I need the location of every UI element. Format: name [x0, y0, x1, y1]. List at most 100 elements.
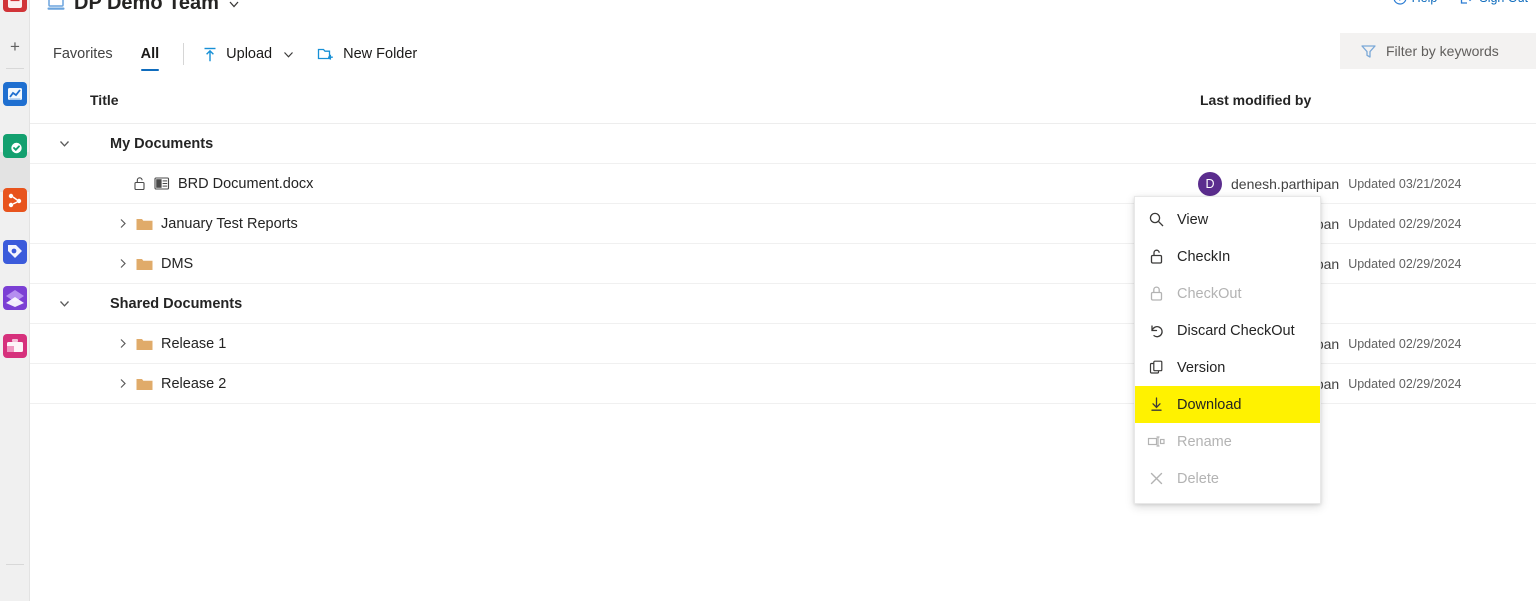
team-name-label: DP Demo Team	[74, 0, 219, 14]
header-actions: ? Help Sign Out	[1393, 0, 1528, 5]
row-label: January Test Reports	[161, 215, 298, 232]
svg-text:?: ?	[1397, 0, 1402, 3]
row-label: Release 2	[161, 375, 227, 392]
menu-item-label: CheckIn	[1177, 248, 1231, 265]
shield-check-icon	[8, 137, 22, 155]
lock-icon	[1147, 285, 1165, 303]
document-icon	[8, 0, 22, 8]
unlock-icon	[1147, 248, 1165, 266]
briefcase-icon	[7, 339, 23, 352]
signout-label: Sign Out	[1479, 0, 1528, 5]
menu-item-discard-checkout[interactable]: Discard CheckOut	[1135, 312, 1320, 349]
row-label: Shared Documents	[110, 295, 243, 312]
rail-icon-app-pink[interactable]	[3, 334, 27, 358]
team-title[interactable]: DP Demo Team	[46, 0, 241, 15]
chevron-right-icon[interactable]	[118, 257, 128, 270]
workflow-icon	[8, 193, 22, 208]
download-icon	[1147, 396, 1165, 414]
folder-icon	[136, 338, 153, 350]
rail-icon-app-blue-tag[interactable]	[3, 240, 27, 264]
row-label: Release 1	[161, 335, 227, 352]
signout-icon	[1461, 0, 1472, 4]
chevron-down-icon[interactable]	[227, 0, 241, 11]
column-header-last-modified-by[interactable]: Last modified by	[1200, 92, 1311, 108]
chevron-right-icon[interactable]	[118, 337, 128, 350]
signout-button[interactable]: Sign Out	[1459, 0, 1528, 5]
word-doc-icon	[154, 177, 170, 190]
tab-favorites[interactable]: Favorites	[53, 32, 113, 76]
rail-icon-app-blue-chart[interactable]	[3, 82, 27, 106]
chevron-right-icon[interactable]	[118, 217, 128, 230]
menu-item-label: Version	[1177, 359, 1226, 376]
modified-date: Updated 03/21/2024	[1348, 176, 1462, 191]
menu-item-version[interactable]: Version	[1135, 349, 1320, 386]
rail-icon-app-red[interactable]	[3, 0, 27, 12]
rail-icon-app-orange[interactable]	[3, 188, 27, 212]
rail-divider	[6, 68, 24, 69]
tab-all[interactable]: All	[140, 32, 159, 76]
filter-icon	[1361, 44, 1376, 58]
rename-icon	[1147, 433, 1165, 451]
column-header-title[interactable]: Title	[30, 92, 119, 108]
chart-icon	[8, 88, 22, 100]
toolbar-separator	[183, 43, 185, 65]
upload-button[interactable]: Upload	[202, 32, 295, 76]
folder-icon	[136, 218, 153, 230]
rail-add-button[interactable]: +	[0, 38, 30, 55]
toolbar: Favorites All Upload New Folder	[30, 32, 1536, 76]
menu-item-label: Delete	[1177, 470, 1219, 487]
menu-item-checkout: CheckOut	[1135, 275, 1320, 312]
new-folder-icon	[317, 48, 333, 60]
row-label: My Documents	[110, 135, 214, 152]
team-icon	[47, 0, 65, 10]
help-button[interactable]: ? Help	[1393, 0, 1437, 5]
menu-item-label: CheckOut	[1177, 285, 1242, 302]
modified-by-user: denesh.parthipan	[1231, 175, 1340, 192]
modified-date: Updated 02/29/2024	[1348, 336, 1462, 351]
row-label: BRD Document.docx	[178, 175, 314, 192]
tag-icon	[8, 245, 22, 258]
app-rail: +	[0, 0, 30, 601]
close-x-icon	[1147, 470, 1165, 488]
chevron-down-icon[interactable]	[50, 137, 78, 150]
layers-icon	[6, 290, 24, 307]
undo-icon	[1147, 322, 1165, 340]
chevron-right-icon[interactable]	[118, 377, 128, 390]
table-row-group[interactable]: My Documents	[30, 124, 1536, 164]
menu-item-rename: Rename	[1135, 423, 1320, 460]
menu-item-view[interactable]: View	[1135, 201, 1320, 238]
search-icon	[1147, 211, 1165, 229]
app-window: + DP Demo Team Favorites All Upload New …	[0, 0, 1536, 601]
menu-item-label: Rename	[1177, 433, 1232, 450]
row-label: DMS	[161, 255, 194, 272]
filter-input[interactable]: Filter by keywords	[1340, 33, 1536, 69]
menu-item-label: Download	[1177, 396, 1242, 413]
menu-item-download[interactable]: Download	[1135, 386, 1320, 423]
unlock-icon	[134, 177, 145, 191]
copy-icon	[1147, 359, 1165, 377]
menu-item-label: View	[1177, 211, 1209, 228]
help-icon: ?	[1393, 0, 1406, 5]
filter-placeholder: Filter by keywords	[1386, 43, 1499, 59]
chevron-down-icon[interactable]	[50, 297, 78, 310]
context-menu: View CheckIn CheckOut Discard CheckOut V…	[1134, 196, 1321, 504]
new-folder-button[interactable]: New Folder	[317, 32, 417, 76]
menu-item-checkin[interactable]: CheckIn	[1135, 238, 1320, 275]
menu-item-label: Discard CheckOut	[1177, 322, 1295, 339]
rail-divider-bottom	[6, 564, 24, 565]
modified-date: Updated 02/29/2024	[1348, 216, 1462, 231]
chevron-down-icon[interactable]	[282, 48, 295, 61]
folder-icon	[136, 378, 153, 390]
modified-date: Updated 02/29/2024	[1348, 256, 1462, 271]
avatar: D	[1198, 171, 1222, 196]
upload-icon	[204, 47, 216, 61]
modified-date: Updated 02/29/2024	[1348, 376, 1462, 391]
new-folder-label: New Folder	[343, 46, 418, 62]
last-modified-cell: D denesh.parthipan Updated 03/21/2024	[1198, 171, 1462, 196]
menu-item-delete: Delete	[1135, 460, 1320, 497]
folder-icon	[136, 258, 153, 270]
view-tabs: Favorites All	[53, 32, 159, 76]
rail-icon-app-green-shield[interactable]	[3, 134, 27, 158]
table-header: Title Last modified by	[30, 76, 1536, 124]
rail-icon-app-purple[interactable]	[3, 286, 27, 310]
